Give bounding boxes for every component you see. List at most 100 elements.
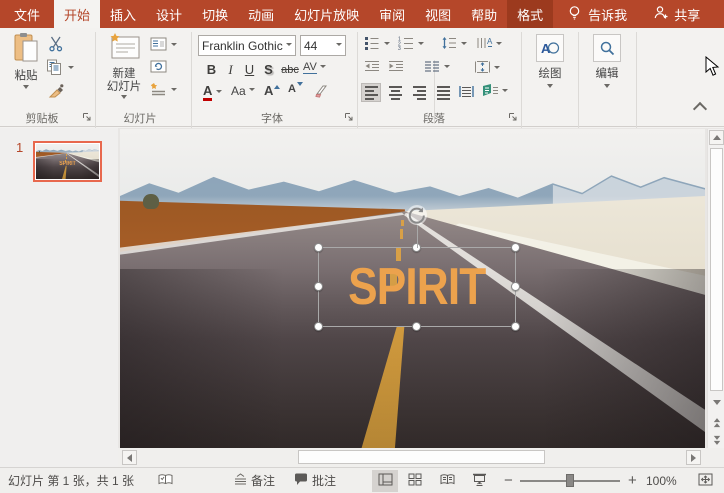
- slide-canvas[interactable]: SPIRIT: [120, 129, 705, 448]
- tab-home[interactable]: 开始: [54, 0, 100, 28]
- tab-slideshow[interactable]: 幻灯片放映: [284, 0, 369, 28]
- numbering-button[interactable]: 123: [398, 36, 424, 53]
- distribute-button[interactable]: [456, 83, 476, 102]
- comments-button[interactable]: 批注: [294, 468, 336, 493]
- notes-button[interactable]: 备注: [234, 468, 275, 493]
- cut-button[interactable]: [48, 36, 65, 55]
- character-spacing-button[interactable]: AV: [303, 61, 326, 74]
- align-left-button[interactable]: [361, 83, 381, 102]
- tab-format[interactable]: 格式: [507, 0, 553, 28]
- view-normal-button[interactable]: [372, 470, 398, 492]
- slides-panel[interactable]: 1 SPIRIT: [0, 128, 118, 467]
- new-slide-dropdown-caret[interactable]: [121, 95, 127, 102]
- resize-handle-top-right[interactable]: [511, 243, 520, 252]
- font-name-caret[interactable]: [286, 43, 292, 49]
- text-direction-button[interactable]: A: [476, 36, 502, 53]
- numbering-caret[interactable]: [418, 42, 424, 48]
- format-painter-button[interactable]: [48, 83, 66, 103]
- italic-button[interactable]: I: [221, 60, 240, 79]
- columns-button[interactable]: [424, 60, 450, 75]
- bullets-button[interactable]: [364, 36, 390, 53]
- scroll-right-button[interactable]: [686, 450, 701, 465]
- rotate-handle-icon[interactable]: [406, 204, 428, 229]
- tab-file[interactable]: 文件: [0, 0, 54, 28]
- tab-insert[interactable]: 插入: [100, 0, 146, 28]
- font-dialog-launcher-icon[interactable]: [344, 111, 354, 125]
- zoom-level[interactable]: 100%: [646, 468, 677, 493]
- font-color-caret[interactable]: [216, 90, 222, 96]
- clipboard-dialog-launcher-icon[interactable]: [82, 111, 92, 125]
- columns-caret[interactable]: [444, 65, 450, 71]
- paste-dropdown-caret[interactable]: [23, 85, 29, 92]
- resize-handle-middle-left[interactable]: [314, 282, 323, 291]
- resize-handle-bottom-left[interactable]: [314, 322, 323, 331]
- fit-to-window-button[interactable]: [692, 470, 718, 492]
- previous-slide-button[interactable]: [709, 415, 724, 430]
- copy-dropdown-caret[interactable]: [68, 66, 74, 72]
- vertical-scroll-thumb[interactable]: [710, 148, 723, 391]
- view-reading-button[interactable]: [434, 470, 460, 492]
- align-text-button[interactable]: [474, 60, 500, 77]
- strikethrough-button[interactable]: abc: [278, 60, 302, 79]
- shrink-font-button[interactable]: A: [288, 83, 303, 95]
- bold-button[interactable]: B: [202, 60, 221, 79]
- resize-handle-top-left[interactable]: [314, 243, 323, 252]
- decrease-indent-button[interactable]: [364, 60, 380, 75]
- scroll-left-button[interactable]: [122, 450, 137, 465]
- character-spacing-caret[interactable]: [320, 65, 326, 71]
- text-shadow-button[interactable]: S: [259, 60, 278, 79]
- zoom-slider-thumb[interactable]: [566, 474, 574, 487]
- collapse-ribbon-chevron-icon[interactable]: [693, 102, 707, 116]
- tell-me-button[interactable]: 告诉我: [567, 0, 627, 28]
- tab-view[interactable]: 视图: [415, 0, 461, 28]
- editing-caret[interactable]: [604, 84, 610, 91]
- view-slideshow-button[interactable]: [466, 470, 492, 492]
- font-name-combo[interactable]: Franklin Gothic: [198, 35, 296, 56]
- share-button[interactable]: 共享: [653, 0, 700, 28]
- spellcheck-button[interactable]: [158, 468, 173, 493]
- section-button[interactable]: [150, 82, 177, 100]
- horizontal-scrollbar[interactable]: [118, 448, 724, 467]
- layout-dropdown-caret[interactable]: [171, 43, 177, 49]
- tab-review[interactable]: 审阅: [369, 0, 415, 28]
- editing-button[interactable]: 编辑: [585, 34, 629, 91]
- font-size-caret[interactable]: [336, 43, 342, 49]
- tab-help[interactable]: 帮助: [461, 0, 507, 28]
- new-slide-button[interactable]: 新建幻灯片: [102, 32, 146, 102]
- increase-indent-button[interactable]: [388, 60, 404, 75]
- layout-button[interactable]: [150, 37, 177, 54]
- tab-transitions[interactable]: 切换: [192, 0, 238, 28]
- justify-button[interactable]: [433, 83, 453, 102]
- grow-font-button[interactable]: A: [264, 83, 280, 98]
- horizontal-scroll-thumb[interactable]: [298, 450, 545, 464]
- smartart-caret[interactable]: [502, 89, 508, 95]
- paragraph-dialog-launcher-icon[interactable]: [508, 111, 518, 125]
- clear-formatting-button[interactable]: [314, 84, 330, 102]
- font-color-button[interactable]: A: [203, 84, 222, 101]
- change-case-caret[interactable]: [249, 88, 255, 94]
- text-direction-caret[interactable]: [496, 42, 502, 48]
- drawing-caret[interactable]: [547, 84, 553, 91]
- paste-button[interactable]: 粘贴: [6, 32, 46, 92]
- zoom-out-button[interactable]: −: [504, 468, 513, 493]
- scroll-up-button[interactable]: [709, 130, 724, 145]
- align-text-caret[interactable]: [494, 66, 500, 72]
- section-dropdown-caret[interactable]: [171, 88, 177, 94]
- resize-handle-bottom-middle[interactable]: [412, 322, 421, 331]
- underline-button[interactable]: U: [240, 60, 259, 79]
- line-spacing-button[interactable]: [441, 36, 467, 53]
- reset-slide-button[interactable]: [150, 59, 167, 77]
- vertical-scrollbar[interactable]: [707, 129, 724, 448]
- bullets-caret[interactable]: [384, 42, 390, 48]
- resize-handle-middle-right[interactable]: [511, 282, 520, 291]
- resize-handle-bottom-right[interactable]: [511, 322, 520, 331]
- zoom-in-button[interactable]: +: [628, 468, 637, 493]
- change-case-button[interactable]: Aa: [231, 84, 255, 98]
- next-slide-button[interactable]: [709, 432, 724, 447]
- tab-design[interactable]: 设计: [146, 0, 192, 28]
- tab-animations[interactable]: 动画: [238, 0, 284, 28]
- spirit-textbox[interactable]: SPIRIT: [318, 247, 516, 327]
- font-size-combo[interactable]: 44: [300, 35, 346, 56]
- line-spacing-caret[interactable]: [461, 42, 467, 48]
- convert-smartart-button[interactable]: [481, 83, 508, 101]
